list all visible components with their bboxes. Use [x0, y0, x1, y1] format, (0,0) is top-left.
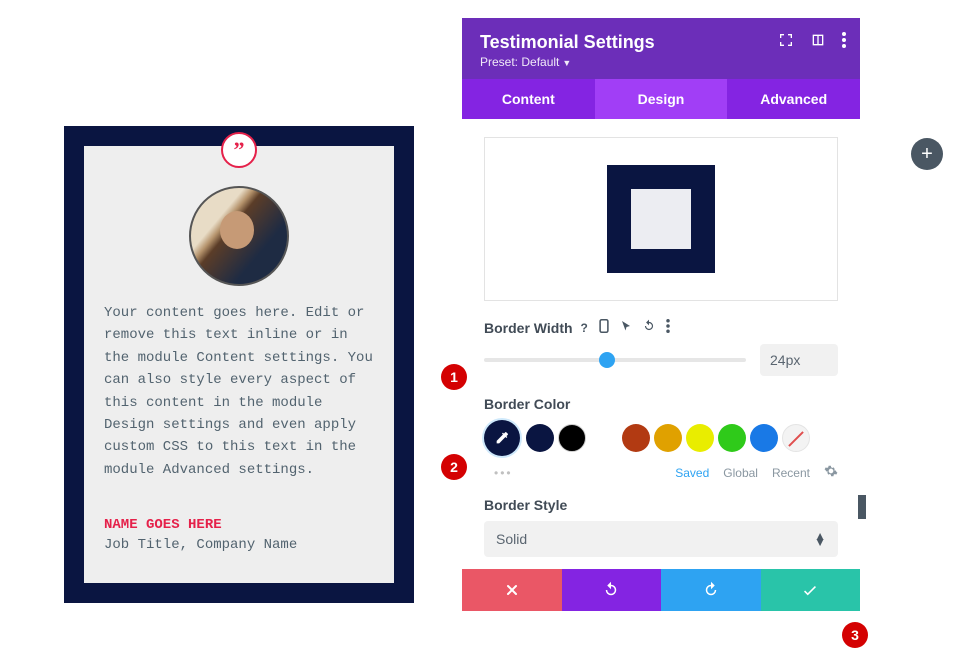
more-icon[interactable]: [842, 32, 846, 53]
border-width-slider[interactable]: [484, 358, 746, 362]
eyedropper-icon[interactable]: [484, 420, 520, 456]
color-swatches: [484, 420, 838, 456]
palette-saved[interactable]: Saved: [675, 466, 709, 480]
border-width-input[interactable]: 24px: [760, 344, 838, 376]
add-button[interactable]: +: [911, 138, 943, 170]
border-style-label: Border Style: [484, 497, 567, 513]
color-swatch[interactable]: [590, 424, 618, 452]
palette-settings-icon[interactable]: [824, 464, 838, 481]
color-swatch[interactable]: [526, 424, 554, 452]
testimonial-inner: ” Your content goes here. Edit or remove…: [84, 146, 394, 583]
layout-icon[interactable]: [810, 32, 826, 53]
palette-recent[interactable]: Recent: [772, 466, 810, 480]
panel-body: Border Width ? 24px Border Color: [462, 119, 860, 569]
avatar: [189, 186, 289, 286]
panel-header: Testimonial Settings Preset: Default▼: [462, 18, 860, 79]
color-swatch[interactable]: [718, 424, 746, 452]
testimonial-card: ” Your content goes here. Edit or remove…: [64, 126, 414, 603]
tab-bar: Content Design Advanced: [462, 79, 860, 119]
drag-tab-icon[interactable]: [858, 495, 866, 519]
color-swatch[interactable]: [654, 424, 682, 452]
border-style-select[interactable]: Solid ▲▼: [484, 521, 838, 557]
responsive-icon[interactable]: [598, 319, 610, 336]
reset-icon[interactable]: [642, 319, 656, 336]
color-swatch[interactable]: [750, 424, 778, 452]
help-icon[interactable]: ?: [581, 321, 588, 335]
testimonial-job[interactable]: Job Title, Company Name: [104, 537, 374, 553]
hover-icon[interactable]: [620, 319, 632, 336]
testimonial-body[interactable]: Your content goes here. Edit or remove t…: [104, 302, 374, 481]
border-style-value: Solid: [496, 531, 527, 547]
color-swatch[interactable]: [622, 424, 650, 452]
preset-dropdown[interactable]: Preset: Default▼: [480, 55, 842, 69]
expand-icon[interactable]: [778, 32, 794, 53]
color-swatch[interactable]: [686, 424, 714, 452]
border-color-label: Border Color: [484, 396, 570, 412]
redo-button[interactable]: [661, 569, 761, 611]
undo-button[interactable]: [562, 569, 662, 611]
select-caret-icon: ▲▼: [814, 533, 826, 545]
annotation-3: 3: [842, 622, 868, 648]
tab-design[interactable]: Design: [595, 79, 728, 119]
cancel-button[interactable]: [462, 569, 562, 611]
palette-global[interactable]: Global: [723, 466, 758, 480]
save-button[interactable]: [761, 569, 861, 611]
slider-thumb[interactable]: [599, 352, 615, 368]
chevron-down-icon: ▼: [562, 58, 571, 68]
preview-square: [607, 165, 715, 273]
panel-footer: [462, 569, 860, 611]
border-width-label: Border Width: [484, 320, 573, 336]
color-swatch[interactable]: [558, 424, 586, 452]
swatch-more-icon[interactable]: •••: [494, 466, 513, 480]
annotation-2: 2: [441, 454, 467, 480]
preset-label: Preset: Default: [480, 55, 559, 69]
testimonial-name[interactable]: NAME GOES HERE: [104, 517, 374, 533]
tab-content[interactable]: Content: [462, 79, 595, 119]
quote-icon: ”: [221, 132, 257, 168]
border-preview: [484, 137, 838, 301]
settings-panel: Testimonial Settings Preset: Default▼ Co…: [462, 18, 860, 611]
option-more-icon[interactable]: [666, 319, 670, 336]
tab-advanced[interactable]: Advanced: [727, 79, 860, 119]
color-swatch-none[interactable]: [782, 424, 810, 452]
annotation-1: 1: [441, 364, 467, 390]
